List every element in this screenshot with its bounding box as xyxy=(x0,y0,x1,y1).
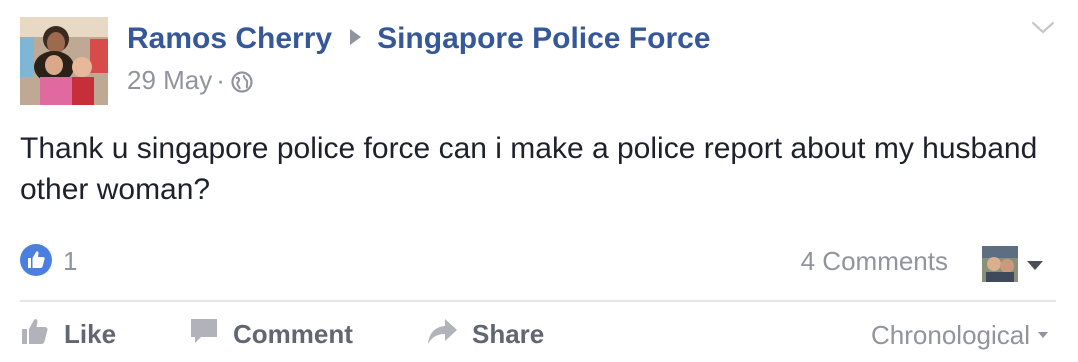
post-message: Thank u singapore police force can i mak… xyxy=(20,132,1038,206)
meta-separator: · xyxy=(216,65,225,95)
share-arrow-icon xyxy=(426,316,458,353)
comment-bubble-icon xyxy=(189,316,219,353)
like-button[interactable]: Like xyxy=(20,316,116,352)
comment-button[interactable]: Comment xyxy=(189,316,353,352)
post-card: Ramos Cherry Singapore Police Force 29 Ma… xyxy=(0,0,1078,362)
comments-count-link[interactable]: 4 Comments xyxy=(801,245,948,277)
post-header-title: Ramos Cherry Singapore Police Force xyxy=(127,21,711,57)
actions-divider xyxy=(20,300,1056,302)
like-count[interactable]: 1 xyxy=(63,245,77,277)
globe-icon[interactable] xyxy=(231,67,253,101)
commenter-avatar[interactable] xyxy=(982,246,1018,282)
share-button-label: Share xyxy=(472,318,545,349)
post-date-link[interactable]: 29 May xyxy=(127,65,212,95)
post-meta: 29 May · xyxy=(127,63,253,101)
comment-sort-label: Chronological xyxy=(871,320,1030,350)
comment-sort-dropdown[interactable]: Chronological xyxy=(871,318,1048,352)
shared-to-arrow-icon xyxy=(350,29,362,45)
comment-button-label: Comment xyxy=(233,318,353,349)
author-name-link[interactable]: Ramos Cherry xyxy=(127,22,332,55)
target-page-link[interactable]: Singapore Police Force xyxy=(377,22,710,55)
author-avatar[interactable] xyxy=(20,17,108,105)
post-options-chevron-icon[interactable] xyxy=(1030,18,1056,38)
thumbs-up-icon[interactable] xyxy=(20,244,52,276)
like-thumb-icon xyxy=(20,316,50,353)
like-button-label: Like xyxy=(64,318,117,349)
share-button[interactable]: Share xyxy=(426,316,544,352)
commenter-dropdown-caret-icon[interactable] xyxy=(1027,261,1043,270)
sort-caret-icon xyxy=(1038,332,1048,338)
